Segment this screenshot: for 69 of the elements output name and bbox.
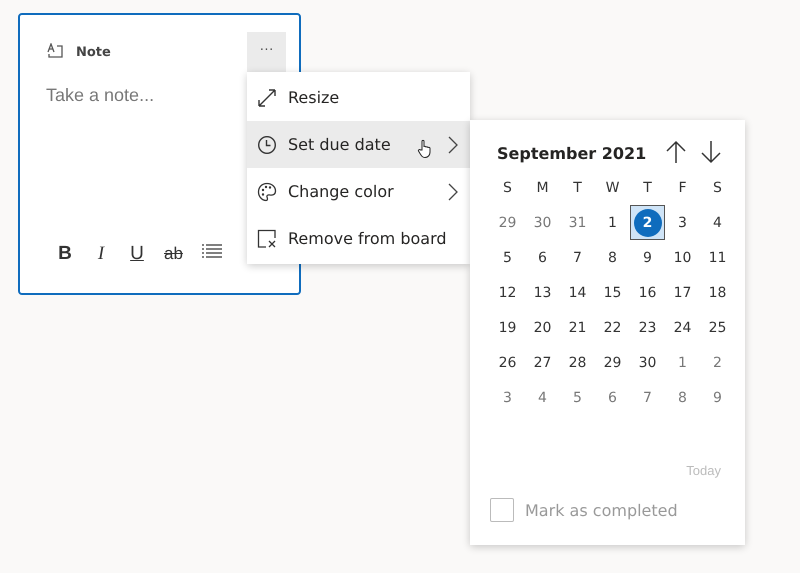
- calendar-day[interactable]: 28: [560, 345, 595, 380]
- calendar-day[interactable]: 21: [560, 310, 595, 345]
- calendar-day[interactable]: 1: [665, 345, 700, 380]
- calendar-day[interactable]: 6: [525, 240, 560, 275]
- checkbox-label: Mark as completed: [525, 500, 678, 520]
- calendar-day[interactable]: 19: [490, 310, 525, 345]
- calendar-day[interactable]: 27: [525, 345, 560, 380]
- remove-icon: [257, 228, 277, 248]
- calendar-day[interactable]: 16: [630, 275, 665, 310]
- weekday-label: F: [677, 178, 688, 198]
- calendar-day[interactable]: 10: [665, 240, 700, 275]
- calendar-day[interactable]: 7: [560, 240, 595, 275]
- menu-item[interactable]: Remove from board: [247, 215, 470, 262]
- calendar-day[interactable]: 18: [700, 275, 735, 310]
- bold-button[interactable]: B: [54, 243, 76, 265]
- calendar-day[interactable]: 11: [700, 240, 735, 275]
- calendar-day[interactable]: 23: [630, 310, 665, 345]
- italic-button[interactable]: I: [90, 243, 112, 265]
- weekday-label: W: [604, 178, 620, 198]
- calendar-day[interactable]: 12: [490, 275, 525, 310]
- underline-button[interactable]: U: [126, 243, 148, 265]
- palette-icon: [257, 182, 277, 202]
- calendar-day[interactable]: 7: [630, 380, 665, 415]
- calendar-day[interactable]: 17: [665, 275, 700, 310]
- weekday-label: S: [712, 178, 723, 198]
- calendar-day[interactable]: 5: [560, 380, 595, 415]
- resize-icon: [257, 88, 277, 108]
- calendar-day[interactable]: 24: [665, 310, 700, 345]
- month-title: September 2021: [497, 144, 646, 162]
- calendar-day[interactable]: 30: [525, 205, 560, 240]
- weekday-label: S: [502, 178, 513, 198]
- calendar-day[interactable]: 4: [700, 205, 735, 240]
- calendar-day[interactable]: 5: [490, 240, 525, 275]
- menu-item[interactable]: Resize: [247, 74, 470, 121]
- calendar-day[interactable]: 22: [595, 310, 630, 345]
- calendar-day[interactable]: 14: [560, 275, 595, 310]
- calendar-day[interactable]: 29: [490, 205, 525, 240]
- calendar-day[interactable]: 1: [595, 205, 630, 240]
- clock-icon: [257, 134, 277, 154]
- strikethrough-button[interactable]: ab: [162, 244, 185, 264]
- calendar-day[interactable]: 20: [525, 310, 560, 345]
- calendar-day[interactable]: 29: [595, 345, 630, 380]
- chevron-right-icon: [448, 136, 458, 154]
- calendar-day[interactable]: 25: [700, 310, 735, 345]
- menu-item[interactable]: Set due date: [247, 121, 470, 168]
- calendar-day[interactable]: 2: [700, 345, 735, 380]
- calendar-day[interactable]: 9: [700, 380, 735, 415]
- note-title: Note: [76, 44, 111, 60]
- calendar-day[interactable]: 8: [665, 380, 700, 415]
- menu-item[interactable]: Change color: [247, 168, 470, 215]
- note-input[interactable]: Take a note...: [46, 85, 154, 106]
- calendar-day[interactable]: 6: [595, 380, 630, 415]
- chevron-right-icon: [448, 182, 458, 200]
- calendar-day[interactable]: 9: [630, 240, 665, 275]
- calendar-day[interactable]: 2: [630, 205, 665, 240]
- calendar-day[interactable]: 13: [525, 275, 560, 310]
- calendar-day[interactable]: 8: [595, 240, 630, 275]
- weekday-label: T: [642, 178, 653, 198]
- weekday-label: M: [535, 178, 550, 198]
- calendar-day[interactable]: 31: [560, 205, 595, 240]
- calendar-day[interactable]: 4: [525, 380, 560, 415]
- calendar-day[interactable]: 3: [490, 380, 525, 415]
- calendar-day[interactable]: 15: [595, 275, 630, 310]
- more-options-button[interactable]: ···: [247, 32, 286, 72]
- calendar-day[interactable]: 26: [490, 345, 525, 380]
- calendar-day[interactable]: 3: [665, 205, 700, 240]
- weekday-label: T: [572, 178, 583, 198]
- hand-cursor-icon: [417, 139, 433, 159]
- calendar-day[interactable]: 30: [630, 345, 665, 380]
